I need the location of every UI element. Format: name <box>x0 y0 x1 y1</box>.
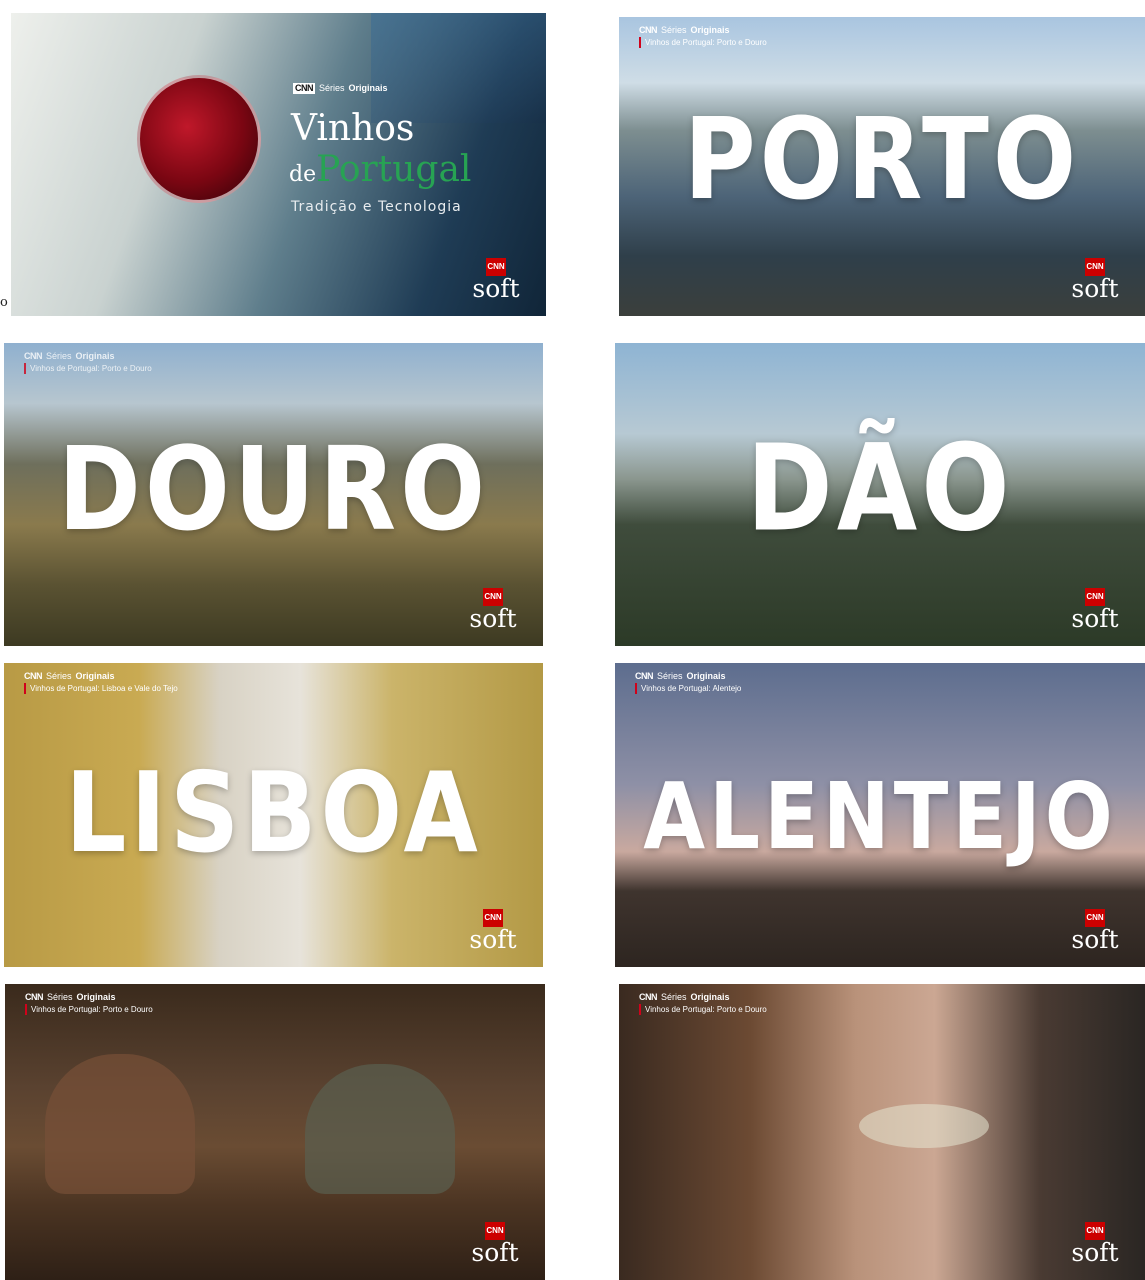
series-header: CNN Séries Originais Vinhos de Portugal: P… <box>25 992 153 1015</box>
series-label: Séries <box>661 992 687 1002</box>
cnn-logo: CNN <box>25 992 44 1002</box>
region-title: DOURO <box>57 422 490 557</box>
region-title: LISBOA <box>65 748 482 878</box>
series-header: CNN Séries Originais Vinhos de Portugal: A… <box>635 671 741 694</box>
cnn-soft-logo: CNN soft <box>1069 258 1121 302</box>
region-title: PORTO <box>683 94 1081 226</box>
soft-label: soft <box>1071 604 1119 633</box>
wine-glass-graphic <box>859 1104 989 1148</box>
tagline: Tradição e Tecnologia <box>291 199 462 215</box>
series-label: Séries <box>46 671 72 681</box>
cnn-soft-logo: CNN soft <box>469 1222 521 1266</box>
episode-subtitle: Vinhos de Portugal: Lisboa e Vale do Tej… <box>24 683 178 694</box>
soft-label: soft <box>1071 925 1119 954</box>
cnn-soft-logo: CNN soft <box>470 258 522 302</box>
cnn-logo: CNN <box>24 351 43 361</box>
soft-label: soft <box>1071 274 1119 303</box>
series-header: CNN Séries Originais Vinhos de Portugal: P… <box>639 992 767 1015</box>
originals-label: Originais <box>75 351 115 361</box>
soft-label: soft <box>469 925 517 954</box>
soft-label: soft <box>472 274 520 303</box>
series-label: Séries <box>657 671 683 681</box>
episode-subtitle: Vinhos de Portugal: Alentejo <box>635 683 741 694</box>
originals-label: Originais <box>690 992 730 1002</box>
episode-subtitle: Vinhos de Portugal: Porto e Douro <box>639 37 767 48</box>
map-graphic <box>371 13 546 123</box>
title-de-portugal: dePortugal <box>289 149 471 190</box>
cnn-soft-logo: CNN soft <box>467 909 519 953</box>
series-label: Séries <box>661 25 687 35</box>
people-silhouette <box>305 1064 455 1194</box>
region-title: ALENTEJO <box>643 762 1117 870</box>
cnn-soft-logo: CNN soft <box>1069 909 1121 953</box>
episode-subtitle: Vinhos de Portugal: Porto e Douro <box>24 363 152 374</box>
originals-label: Originais <box>76 992 116 1002</box>
region-title: DÃO <box>746 417 1014 559</box>
series-label: Séries <box>46 351 72 361</box>
series-label: Séries <box>47 992 73 1002</box>
stray-character: o <box>0 295 8 310</box>
episode-subtitle: Vinhos de Portugal: Porto e Douro <box>639 1004 767 1015</box>
tile-douro: CNN Séries Originais Vinhos de Portugal: P… <box>4 343 543 646</box>
series-header: CNN Séries Originais <box>293 83 388 94</box>
people-silhouette <box>45 1054 195 1194</box>
tile-dao: DÃO CNN soft <box>615 343 1145 646</box>
soft-label: soft <box>469 604 517 633</box>
title-portugal: Portugal <box>316 149 472 190</box>
title-vinhos: Vinhos <box>291 108 415 149</box>
soft-label: soft <box>1071 1238 1119 1267</box>
tile-tasting-scene: CNN Séries Originais Vinhos de Portugal: P… <box>5 984 545 1280</box>
series-label: Séries <box>319 83 345 93</box>
series-header: CNN Séries Originais Vinhos de Portugal: P… <box>24 351 152 374</box>
title-de: de <box>289 162 317 187</box>
cnn-soft-logo: CNN soft <box>1069 588 1121 632</box>
tile-alentejo: CNN Séries Originais Vinhos de Portugal: A… <box>615 663 1145 967</box>
cnn-logo: CNN <box>24 671 43 681</box>
originals-label: Originais <box>75 671 115 681</box>
tile-porto: CNN Séries Originais Vinhos de Portugal: P… <box>619 17 1145 316</box>
series-header: CNN Séries Originais Vinhos de Portugal: L… <box>24 671 178 694</box>
cnn-soft-logo: CNN soft <box>1069 1222 1121 1266</box>
cnn-logo: CNN <box>639 992 658 1002</box>
cnn-soft-logo: CNN soft <box>467 588 519 632</box>
tile-woman-tasting: CNN Séries Originais Vinhos de Portugal: P… <box>619 984 1145 1280</box>
cnn-logo: CNN <box>635 671 654 681</box>
series-header: CNN Séries Originais Vinhos de Portugal: P… <box>639 25 767 48</box>
soft-label: soft <box>471 1238 519 1267</box>
tile-title-card: CNN Séries Originais Vinhos dePortugal Tra… <box>11 13 546 316</box>
originals-label: Originais <box>690 25 730 35</box>
originals-label: Originais <box>348 83 388 93</box>
cnn-logo: CNN <box>639 25 658 35</box>
cnn-logo: CNN <box>293 83 315 94</box>
originals-label: Originais <box>686 671 726 681</box>
wine-glass-graphic <box>137 75 261 203</box>
tile-lisboa: CNN Séries Originais Vinhos de Portugal: L… <box>4 663 543 967</box>
episode-subtitle: Vinhos de Portugal: Porto e Douro <box>25 1004 153 1015</box>
